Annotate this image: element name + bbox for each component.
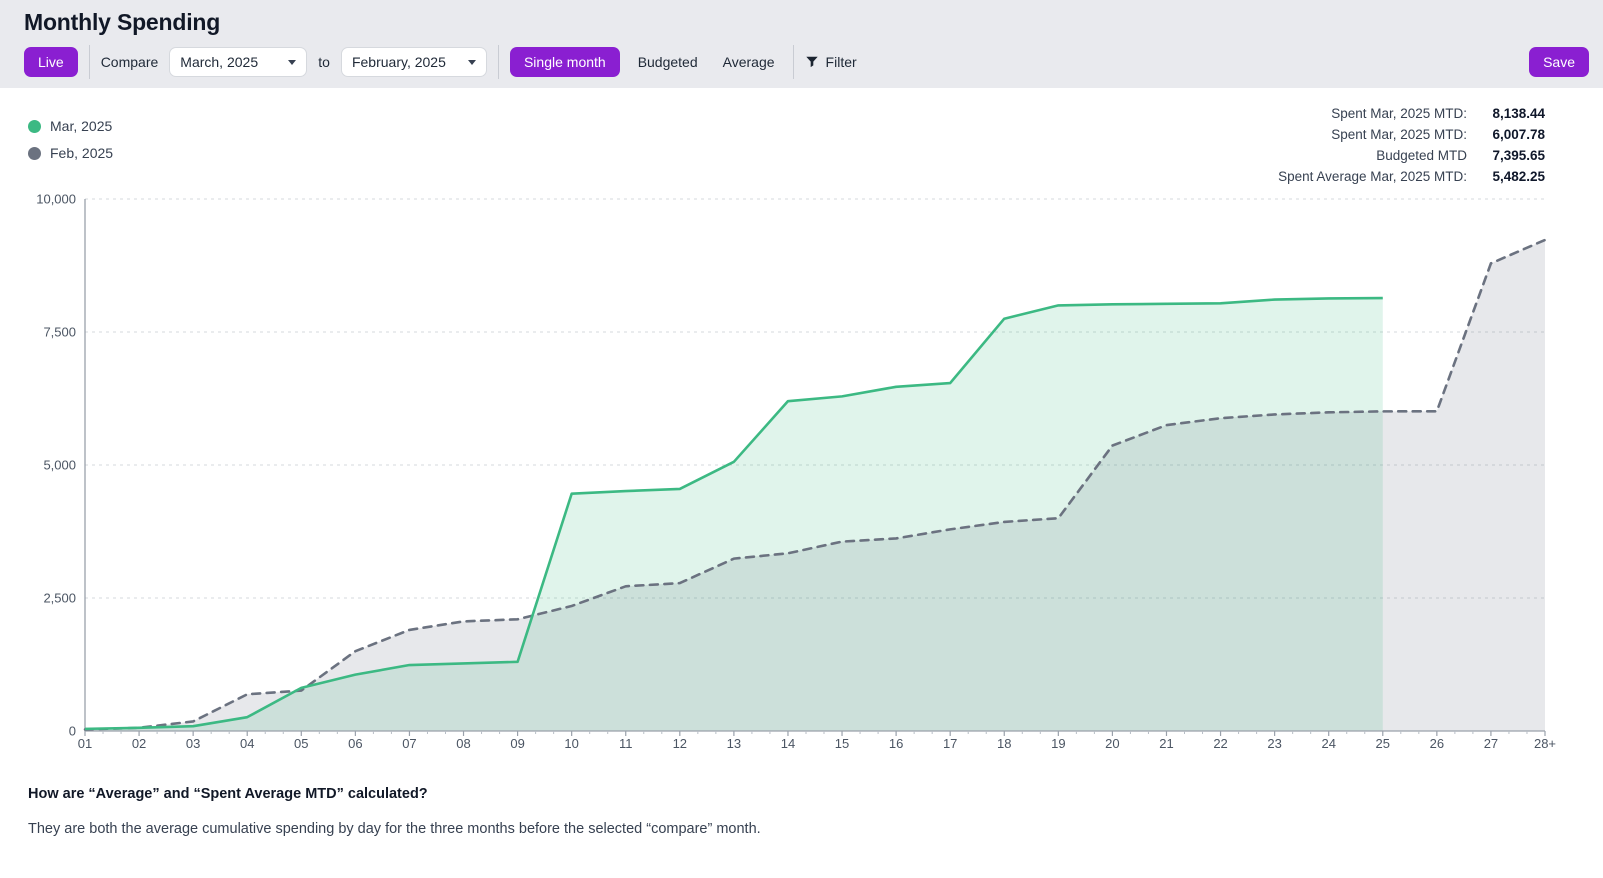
compare-to-value: February, 2025	[352, 54, 446, 70]
toolbar-divider	[498, 45, 499, 79]
filter-label: Filter	[826, 54, 857, 70]
svg-text:27: 27	[1484, 736, 1498, 751]
feb-legend-label: Feb, 2025	[50, 145, 113, 161]
stat-label: Budgeted MTD	[1278, 146, 1467, 167]
svg-text:09: 09	[510, 736, 524, 751]
svg-text:26: 26	[1430, 736, 1444, 751]
svg-text:21: 21	[1159, 736, 1173, 751]
svg-text:20: 20	[1105, 736, 1119, 751]
svg-text:08: 08	[456, 736, 470, 751]
svg-text:2,500: 2,500	[43, 591, 76, 606]
svg-text:07: 07	[402, 736, 416, 751]
info-row: Mar, 2025 Feb, 2025 Spent Mar, 2025 MTD:…	[0, 88, 1603, 188]
stat-label: Spent Average Mar, 2025 MTD:	[1278, 167, 1467, 188]
live-button[interactable]: Live	[24, 47, 78, 77]
compare-to-select[interactable]: February, 2025	[341, 47, 487, 77]
chart-legend: Mar, 2025 Feb, 2025	[28, 118, 113, 188]
svg-text:17: 17	[943, 736, 957, 751]
svg-text:23: 23	[1267, 736, 1281, 751]
svg-text:05: 05	[294, 736, 308, 751]
svg-text:12: 12	[673, 736, 687, 751]
legend-item-feb: Feb, 2025	[28, 145, 113, 161]
stat-value: 7,395.65	[1479, 146, 1545, 167]
feb-legend-dot	[28, 147, 41, 160]
footer: How are “Average” and “Spent Average MTD…	[0, 763, 1603, 837]
svg-text:16: 16	[889, 736, 903, 751]
svg-text:18: 18	[997, 736, 1011, 751]
toolbar: Live Compare March, 2025 to February, 20…	[24, 45, 1589, 79]
svg-text:13: 13	[727, 736, 741, 751]
compare-from-select[interactable]: March, 2025	[169, 47, 307, 77]
budgeted-button[interactable]: Budgeted	[631, 48, 705, 76]
stat-value: 8,138.44	[1479, 104, 1545, 125]
svg-text:06: 06	[348, 736, 362, 751]
svg-text:5,000: 5,000	[43, 458, 76, 473]
svg-text:03: 03	[186, 736, 200, 751]
svg-text:10: 10	[564, 736, 578, 751]
page-title: Monthly Spending	[24, 9, 1589, 36]
svg-text:10,000: 10,000	[36, 192, 76, 207]
svg-text:01: 01	[78, 736, 92, 751]
toolbar-divider	[793, 45, 794, 79]
svg-text:19: 19	[1051, 736, 1065, 751]
stat-label: Spent Mar, 2025 MTD:	[1278, 104, 1467, 125]
mar-legend-dot	[28, 120, 41, 133]
stat-label: Spent Mar, 2025 MTD:	[1278, 125, 1467, 146]
compare-from-value: March, 2025	[180, 54, 258, 70]
svg-text:15: 15	[835, 736, 849, 751]
svg-text:04: 04	[240, 736, 254, 751]
svg-text:11: 11	[619, 736, 633, 751]
stat-value: 5,482.25	[1479, 167, 1545, 188]
svg-text:24: 24	[1321, 736, 1335, 751]
mar-legend-label: Mar, 2025	[50, 118, 112, 134]
chevron-down-icon	[468, 60, 476, 65]
svg-text:02: 02	[132, 736, 146, 751]
header: Monthly Spending Live Compare March, 202…	[0, 0, 1603, 88]
filter-button[interactable]: Filter	[805, 54, 857, 70]
compare-label: Compare	[101, 54, 159, 70]
stats-panel: Spent Mar, 2025 MTD: 8,138.44 Spent Mar,…	[1278, 104, 1545, 188]
average-button[interactable]: Average	[716, 48, 782, 76]
footer-answer: They are both the average cumulative spe…	[28, 821, 1575, 837]
svg-text:14: 14	[781, 736, 795, 751]
svg-text:0: 0	[69, 724, 76, 739]
chart-area: 0 2,500 5,000 7,500 10,000 01 02 03 04 05 06 07 08 09…	[0, 188, 1603, 763]
single-month-button[interactable]: Single month	[510, 47, 620, 77]
spending-chart: 0 2,500 5,000 7,500 10,000 01 02 03 04 05 06 07 08 09…	[0, 188, 1603, 763]
legend-item-mar: Mar, 2025	[28, 118, 113, 134]
svg-text:28+: 28+	[1534, 736, 1556, 751]
svg-text:7,500: 7,500	[43, 325, 76, 340]
filter-icon	[805, 55, 819, 69]
chevron-down-icon	[288, 60, 296, 65]
svg-text:22: 22	[1213, 736, 1227, 751]
svg-text:25: 25	[1376, 736, 1390, 751]
stat-value: 6,007.78	[1479, 125, 1545, 146]
save-button[interactable]: Save	[1529, 47, 1589, 77]
to-label: to	[318, 54, 330, 70]
footer-question: How are “Average” and “Spent Average MTD…	[28, 786, 1575, 802]
toolbar-divider	[89, 45, 90, 79]
